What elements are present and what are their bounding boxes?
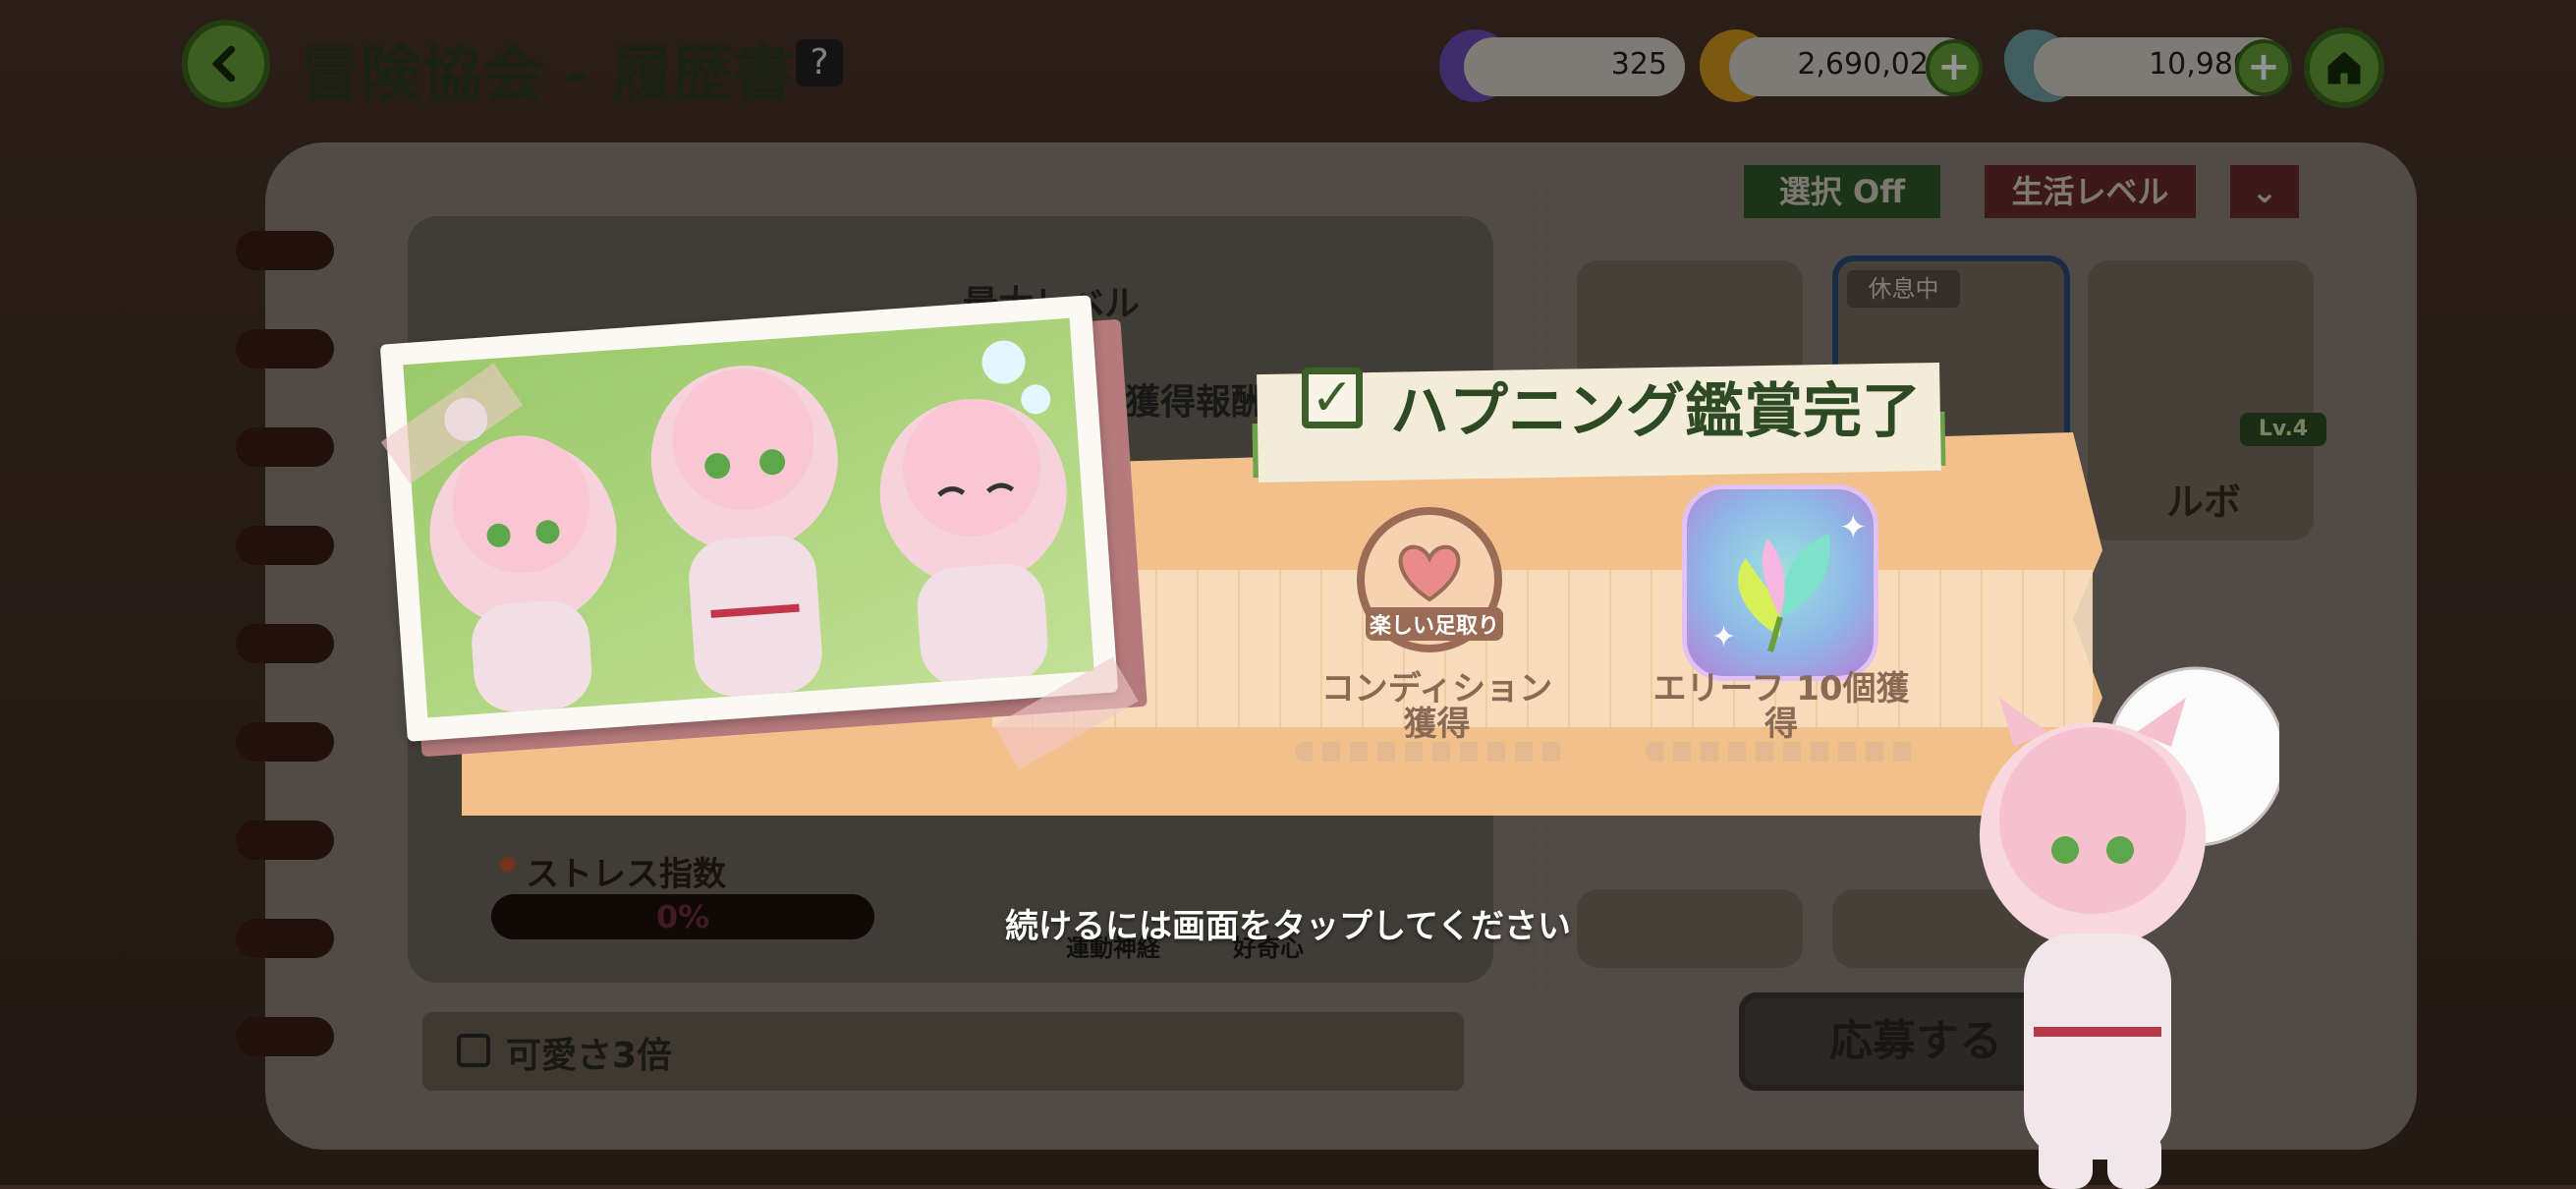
- heart-condition-icon: 楽しい足取り: [1357, 507, 1503, 652]
- reward-divider: [1646, 742, 1916, 762]
- eleaf-reward-icon: ✦ ✦: [1682, 484, 1878, 681]
- happening-photo: [379, 295, 1119, 742]
- eleaf-reward-line2: 得: [1764, 705, 1798, 744]
- tap-to-continue-text: 続けるには画面をタップしてください: [1005, 907, 1571, 946]
- check-icon: ✓: [1302, 368, 1363, 428]
- leaf-icon: ✦ ✦: [1711, 508, 1868, 654]
- condition-badge-text: 楽しい足取り: [1370, 613, 1499, 639]
- chibi-characters-image: [429, 340, 1067, 712]
- eleaf-reward-label: エリーフ 10個獲 得: [1639, 671, 1924, 742]
- photo-illustration: [403, 317, 1094, 718]
- reward-divider: [1295, 742, 1565, 762]
- eleaf-reward-line1: エリーフ 10個獲: [1652, 669, 1910, 708]
- banner-title: ハプニング鑑賞完了: [1390, 377, 1921, 446]
- condition-reward-line2: 獲得: [1403, 705, 1471, 744]
- condition-reward-line1: コンディション: [1320, 669, 1553, 708]
- svg-text:✦: ✦: [1711, 620, 1736, 654]
- condition-reward-label: コンディション 獲得: [1277, 671, 1596, 742]
- svg-text:✦: ✦: [1839, 508, 1868, 547]
